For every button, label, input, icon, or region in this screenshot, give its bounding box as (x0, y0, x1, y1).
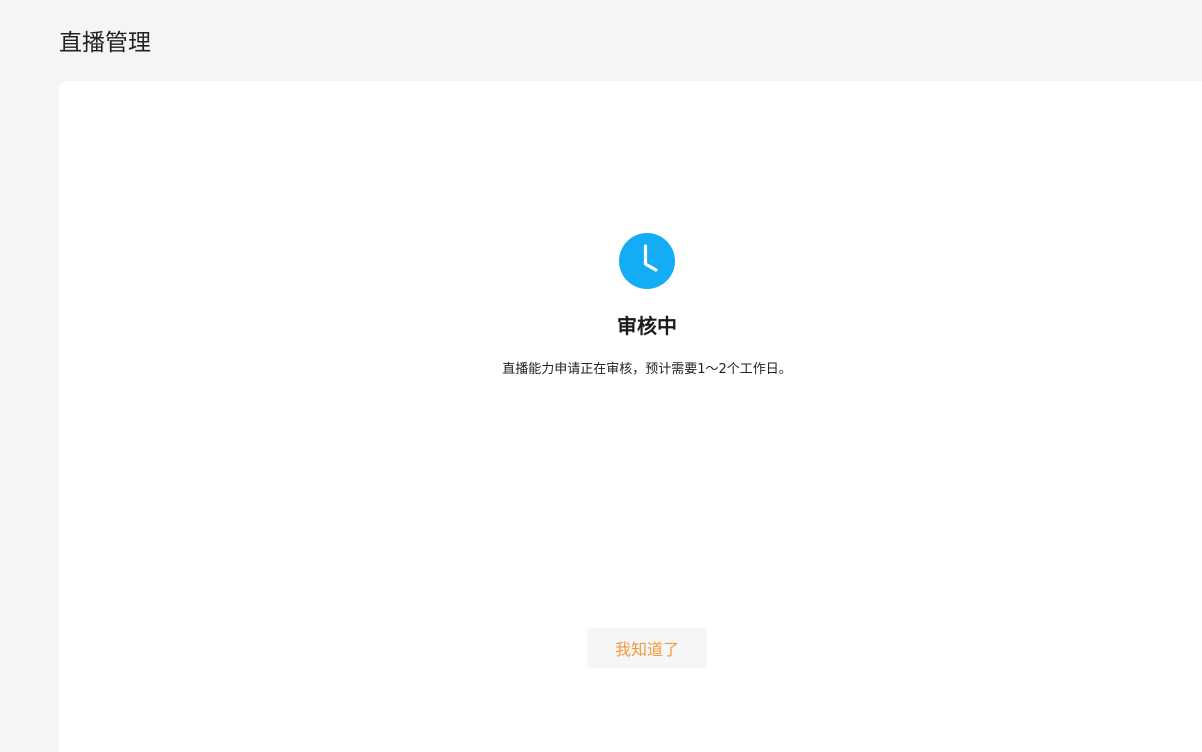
review-status-card: 审核中 直播能力申请正在审核，预计需要1～2个工作日。 我知道了 (59, 81, 1202, 752)
status-description: 直播能力申请正在审核，预计需要1～2个工作日。 (502, 362, 792, 377)
clock-icon (619, 233, 675, 289)
acknowledge-button[interactable]: 我知道了 (587, 628, 707, 668)
status-title: 审核中 (617, 314, 677, 338)
page-title: 直播管理 (59, 30, 151, 56)
page: 直播管理 审核中 直播能力申请正在审核，预计需要1～2个工作日。 我知道了 (0, 0, 1202, 752)
